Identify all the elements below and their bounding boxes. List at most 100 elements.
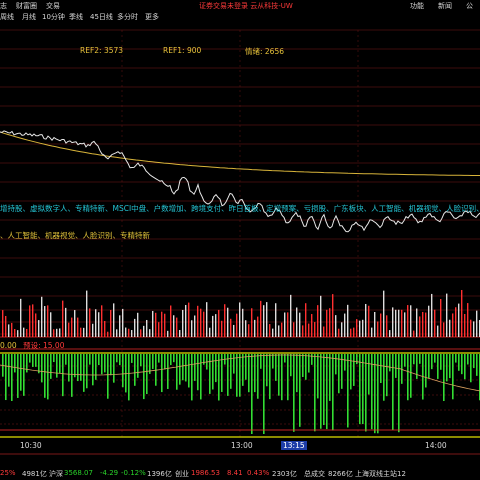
volume-bar [11, 322, 13, 337]
volume-bar [269, 324, 271, 337]
indicator-bar [365, 354, 367, 432]
indicator-bar [455, 354, 457, 363]
volume-bar [425, 312, 427, 337]
indicator-bar [419, 354, 421, 364]
indicator-bar [449, 354, 451, 379]
sh-price: 3568.07 [64, 469, 93, 477]
volume-bar [251, 308, 253, 337]
indicator-bar [245, 354, 247, 380]
indicator-bar [266, 354, 268, 387]
volume-bar [248, 324, 250, 337]
volume-bar [119, 315, 121, 337]
indicator-bar [41, 354, 43, 383]
volume-bar [296, 307, 298, 337]
volume-bar [407, 305, 409, 337]
volume-bar [56, 328, 58, 337]
volume-bar [101, 305, 103, 337]
volume-bar [5, 315, 7, 337]
volume-bar [236, 313, 238, 337]
volume-bar [335, 315, 337, 337]
volume-bar [317, 305, 319, 337]
indicator-bar [14, 354, 16, 373]
cy-label[interactable]: 创业 [175, 469, 189, 479]
indicator-bar [80, 354, 82, 381]
volume-bar [254, 319, 256, 337]
indicator-bar [272, 354, 274, 369]
indicator-bar [122, 354, 124, 388]
volume-bar [23, 327, 25, 337]
volume-bar [389, 330, 391, 337]
indicator-bar [92, 354, 94, 386]
indicator-bar [203, 354, 205, 365]
indicator-bar [383, 354, 385, 401]
volume-bar [20, 298, 22, 337]
volume-bar [116, 329, 118, 337]
volume-bar [188, 302, 190, 337]
volume-bar [29, 305, 31, 337]
indicator-bar [386, 354, 388, 397]
indicator-bar [374, 354, 376, 434]
indicator-bar [236, 354, 238, 397]
indicator-bar [446, 354, 448, 382]
station-label[interactable]: 上海双线主站12 [355, 469, 406, 479]
cy-pct: 0.43% [247, 469, 270, 477]
indicator-bar [107, 354, 109, 399]
indicator-bar [239, 354, 241, 397]
volume-bar [212, 315, 214, 337]
volume-bar [89, 308, 91, 337]
indicator-bar [473, 354, 475, 369]
volume-bar [434, 309, 436, 337]
volume-bar [272, 328, 274, 337]
volume-bar [173, 315, 175, 337]
volume-bar [344, 313, 346, 337]
indicator-bar [164, 354, 166, 370]
volume-bar [371, 327, 373, 337]
volume-bar [104, 320, 106, 337]
indicator-bar [440, 354, 442, 370]
indicator-bar [65, 354, 67, 365]
volume-bar [281, 322, 283, 337]
indicator-bar [38, 354, 40, 374]
volume-bar [446, 293, 448, 337]
indicator-bar [140, 354, 142, 367]
volume-bar [53, 329, 55, 337]
indicator-bar [392, 354, 394, 430]
indicator-bar [113, 354, 115, 383]
volume-bar [395, 309, 397, 337]
indicator-bar [188, 354, 190, 388]
indicator-bar [5, 354, 7, 401]
indicator-bar [185, 354, 187, 382]
indicator-bar [356, 354, 358, 365]
indicator-bar [431, 354, 433, 370]
indicator-bar [329, 354, 331, 401]
indicator-bar [278, 354, 280, 396]
volume-bar [143, 325, 145, 337]
indicator-bar [233, 354, 235, 374]
volume-bar [413, 330, 415, 337]
indicator-bar [281, 354, 283, 401]
volume-bar [242, 308, 244, 337]
indicator-bar [410, 354, 412, 398]
indicator-bar [98, 354, 100, 366]
indicator-bar [461, 354, 463, 375]
volume-bar [155, 312, 157, 337]
concept-tags-line1: 增持股、虚拟数字人、专精特新、MSCI中盘、户数增加、跨境支付、昨日首板、定增预… [0, 204, 480, 213]
indicator-bar [350, 354, 352, 390]
indicator-bar [35, 354, 37, 367]
volume-bar [416, 308, 418, 337]
cy-change: 8.41 [227, 469, 243, 477]
volume-bar [455, 307, 457, 337]
total-amt: 8266亿 [328, 470, 353, 478]
volume-bar [71, 317, 73, 337]
volume-bar [191, 320, 193, 337]
indicator-bar [197, 354, 199, 391]
indicator-bar [83, 354, 85, 392]
indicator-bar [17, 354, 19, 398]
indicator-bar [344, 354, 346, 371]
indicator-bar [119, 354, 121, 366]
sh-label[interactable]: 沪深 [49, 469, 63, 479]
indicator-bar [116, 354, 118, 363]
indicator-bar [347, 354, 349, 428]
volume-bar [470, 319, 472, 337]
volume-bar [284, 312, 286, 337]
